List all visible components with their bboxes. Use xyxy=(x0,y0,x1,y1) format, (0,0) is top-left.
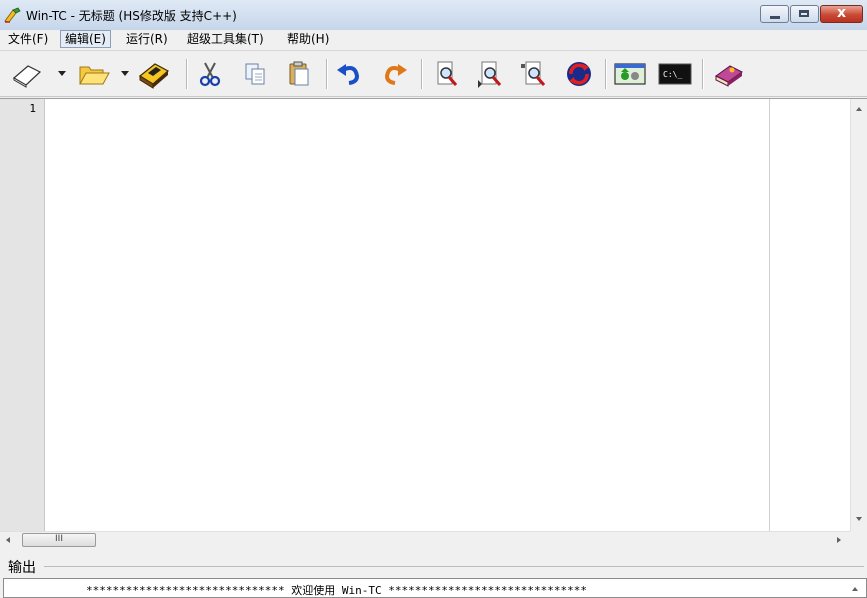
open-dropdown-icon[interactable] xyxy=(121,71,129,76)
redo-icon xyxy=(384,64,407,85)
menu-bar: 文件(F) 编辑(E) 运行(R) 超级工具集(T) 帮助(H) xyxy=(0,30,867,49)
minimize-button[interactable] xyxy=(760,5,789,23)
refresh-icon xyxy=(567,62,591,86)
title-bar[interactable]: Win-TC - 无标题 (HS修改版 支持C++) x xyxy=(0,0,867,31)
help-book-icon xyxy=(715,65,743,87)
vertical-scrollbar[interactable] xyxy=(850,99,867,531)
right-margin-line xyxy=(769,99,770,531)
undo-button[interactable] xyxy=(333,58,367,90)
compile-icon xyxy=(614,63,646,85)
horizontal-scroll-thumb[interactable]: III xyxy=(22,533,96,547)
find-next-icon xyxy=(478,61,502,88)
window-title: Win-TC - 无标题 (HS修改版 支持C++) xyxy=(26,9,237,23)
output-panel-label: 输出 xyxy=(8,557,38,577)
toolbar: C:\_ xyxy=(0,50,867,97)
find-button[interactable] xyxy=(430,58,464,90)
output-text: ****************************** 欢迎使用 Win-… xyxy=(86,584,587,597)
copy-icon xyxy=(245,63,265,85)
close-icon: x xyxy=(836,5,847,21)
maximize-button[interactable] xyxy=(790,5,819,23)
find-next-button[interactable] xyxy=(474,58,508,90)
paste-button[interactable] xyxy=(282,58,316,90)
new-file-dropdown-icon[interactable] xyxy=(58,71,66,76)
replace-button[interactable] xyxy=(518,58,552,90)
save-icon xyxy=(138,63,170,89)
console-icon: C:\_ xyxy=(658,63,692,85)
help-button[interactable] xyxy=(712,58,746,90)
svg-text:C:\_: C:\_ xyxy=(663,70,682,79)
output-scroll-up-icon[interactable] xyxy=(852,587,858,591)
scroll-grip-icon: III xyxy=(55,534,63,544)
redo-button[interactable] xyxy=(377,58,411,90)
copy-button[interactable] xyxy=(238,58,272,90)
line-number: 1 xyxy=(29,102,36,115)
menu-run[interactable]: 运行(R) xyxy=(122,30,172,48)
refresh-button[interactable] xyxy=(562,58,596,90)
undo-icon xyxy=(337,64,360,85)
cut-button[interactable] xyxy=(193,58,227,90)
menu-help[interactable]: 帮助(H) xyxy=(283,30,333,48)
line-number-gutter: 1 xyxy=(0,99,45,531)
open-folder-icon xyxy=(79,66,110,85)
console-button[interactable]: C:\_ xyxy=(658,58,692,90)
code-editor[interactable]: 1 xyxy=(0,98,867,531)
output-panel[interactable]: ****************************** 欢迎使用 Win-… xyxy=(3,578,867,598)
menu-edit[interactable]: 编辑(E) xyxy=(60,30,111,48)
save-button[interactable] xyxy=(137,58,171,90)
paste-icon xyxy=(289,61,309,86)
editor-text-area[interactable] xyxy=(48,102,763,522)
menu-file[interactable]: 文件(F) xyxy=(4,30,52,48)
output-divider xyxy=(44,566,864,567)
scroll-right-icon[interactable] xyxy=(837,537,841,543)
scroll-left-icon[interactable] xyxy=(6,537,10,543)
cut-icon xyxy=(199,62,221,87)
menu-super-tools[interactable]: 超级工具集(T) xyxy=(183,30,268,48)
open-button[interactable] xyxy=(77,58,111,90)
new-file-icon xyxy=(12,65,42,88)
win-tc-app-icon xyxy=(4,7,21,23)
compile-button[interactable] xyxy=(613,58,647,90)
scrollbar-corner xyxy=(850,531,867,548)
scroll-down-icon[interactable] xyxy=(856,517,862,521)
horizontal-scrollbar[interactable]: III xyxy=(0,531,850,549)
find-icon xyxy=(437,61,458,86)
scroll-up-icon[interactable] xyxy=(856,107,862,111)
close-button[interactable]: x xyxy=(820,5,863,23)
new-file-button[interactable] xyxy=(10,58,44,90)
replace-icon xyxy=(521,61,546,86)
